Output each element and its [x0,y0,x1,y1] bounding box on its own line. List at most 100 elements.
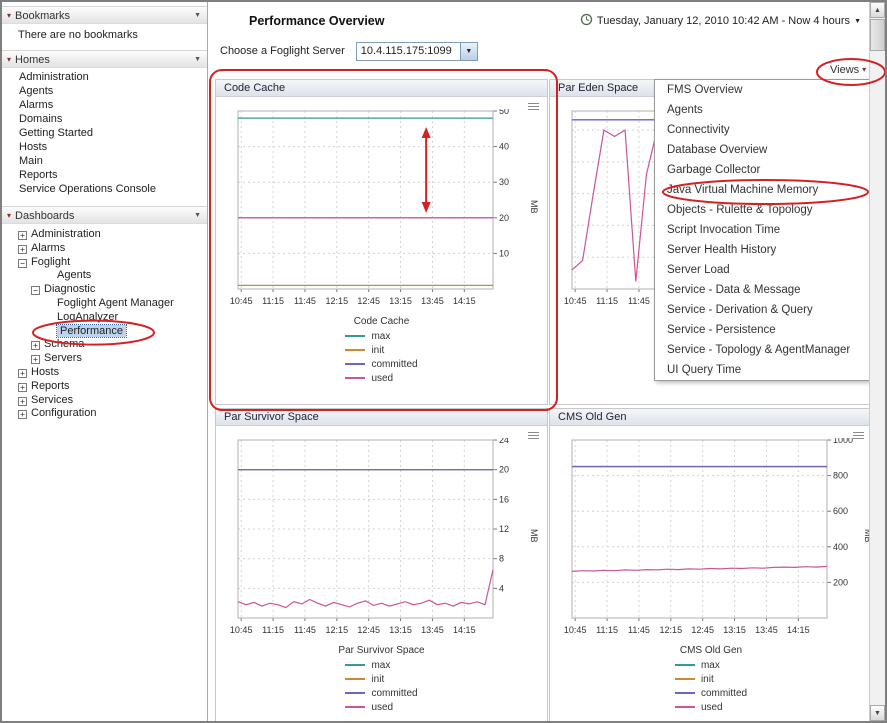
tree-item-label[interactable]: Reports [31,380,70,392]
dashboard-tree-item-schema[interactable]: + Schema [2,338,207,352]
dashboard-tree-item-hosts[interactable]: + Hosts [2,366,207,380]
expand-icon[interactable]: + [18,397,27,406]
views-menu-item-database-overview[interactable]: Database Overview [655,140,872,160]
homes-item-administration[interactable]: Administration [2,70,207,84]
homes-item-getting-started[interactable]: Getting Started [2,126,207,140]
dashboard-tree-item-servers[interactable]: + Servers [2,352,207,366]
views-button[interactable]: Views▾ [830,62,868,78]
expand-icon[interactable]: + [18,383,27,392]
dashboard-tree-item-alarms[interactable]: + Alarms [2,242,207,256]
svg-text:24: 24 [499,438,509,445]
dashboard-tree-item-agents[interactable]: Agents [2,269,207,283]
views-menu-item-ui-query-time[interactable]: UI Query Time [655,360,872,380]
x-axis-tick-label: 11:45 [625,625,653,635]
chart-customizer-icon[interactable] [528,103,539,112]
tree-item-label[interactable]: Foglight Agent Manager [57,297,174,309]
views-menu-item-garbage-collector[interactable]: Garbage Collector [655,160,872,180]
tree-item-label[interactable]: Configuration [31,407,96,419]
views-menu-item-server-load[interactable]: Server Load [655,260,872,280]
x-axis-tick-label: 14:15 [784,625,812,635]
views-menu-item-agents[interactable]: Agents [655,100,872,120]
homes-item-main[interactable]: Main [2,154,207,168]
dashboard-tree-item-loganalyzer[interactable]: LogAnalyzer [2,311,207,325]
tree-item-label[interactable]: Alarms [31,242,65,254]
homes-item-domains[interactable]: Domains [2,112,207,126]
homes-item-hosts[interactable]: Hosts [2,140,207,154]
x-axis-tick-label: 14:15 [450,625,478,635]
dashboard-tree-item-performance[interactable]: Performance [2,325,207,339]
x-axis-tick-label: 12:15 [323,296,351,306]
views-menu-item-service-topology-agentmanager[interactable]: Service - Topology & AgentManager [655,340,872,360]
collapse-icon[interactable]: − [18,259,27,268]
expand-icon[interactable]: + [18,410,27,419]
homes-item-alarms[interactable]: Alarms [2,98,207,112]
chart-customizer-icon[interactable] [528,432,539,441]
tree-item-label[interactable]: LogAnalyzer [57,311,118,323]
homes-section-header[interactable]: ▾Homes ▼ [2,50,207,68]
dashboard-tree-item-reports[interactable]: + Reports [2,380,207,394]
tree-item-label[interactable]: Diagnostic [44,283,95,295]
x-axis-tick-label: 12:45 [355,296,383,306]
views-menu-item-objects-rulette-topology[interactable]: Objects - Rulette & Topology [655,200,872,220]
legend-item-max: max [675,659,747,673]
tree-item-label[interactable]: Schema [44,338,84,350]
legend-swatch-committed [345,363,365,365]
views-menu-item-server-health-history[interactable]: Server Health History [655,240,872,260]
tree-item-label[interactable]: Services [31,394,73,406]
combo-dropdown-button[interactable]: ▼ [460,43,477,60]
tree-item-label[interactable]: Foglight [31,256,70,268]
scroll-thumb[interactable] [870,19,885,51]
views-menu-item-connectivity[interactable]: Connectivity [655,120,872,140]
collapse-icon[interactable]: − [31,286,40,295]
time-range-selector[interactable]: Tuesday, January 12, 2010 10:42 AM - Now… [580,13,861,27]
expand-icon[interactable]: + [18,231,27,240]
views-menu-item-service-data-message[interactable]: Service - Data & Message [655,280,872,300]
views-menu-item-java-virtual-machine-memory[interactable]: Java Virtual Machine Memory [655,180,872,200]
scroll-up-button[interactable]: ▲ [870,2,885,18]
views-menu-item-fms-overview[interactable]: FMS Overview [655,80,872,100]
expand-icon[interactable]: + [18,245,27,254]
tree-item-label[interactable]: Agents [57,269,91,281]
x-axis-tick-label: 11:15 [593,296,621,306]
dashboard-tree-item-services[interactable]: + Services [2,394,207,408]
views-menu-item-service-persistence[interactable]: Service - Persistence [655,320,872,340]
chevron-down-icon: ▼ [194,207,201,225]
homes-item-agents[interactable]: Agents [2,84,207,98]
legend-item-committed: committed [675,687,747,701]
chart-title-bar[interactable]: Par Survivor Space [216,409,547,426]
scrollbar[interactable]: ▲ ▼ [869,2,885,721]
views-menu-item-service-derivation-query[interactable]: Service - Derivation & Query [655,300,872,320]
views-menu-item-script-invocation-time[interactable]: Script Invocation Time [655,220,872,240]
server-select[interactable]: 10.4.115.175:1099 ▼ [356,42,478,61]
tree-item-label[interactable]: Hosts [31,366,59,378]
scroll-down-button[interactable]: ▼ [870,705,885,721]
tree-item-label[interactable]: Servers [44,352,82,364]
dashboards-section-header[interactable]: ▾Dashboards ▼ [2,206,207,224]
legend-item-committed: committed [345,687,417,701]
homes-item-service-operations-console[interactable]: Service Operations Console [2,182,207,196]
x-axis-tick-label: 12:45 [355,625,383,635]
dashboard-tree-item-diagnostic[interactable]: −Diagnostic [2,283,207,297]
bookmarks-section-header[interactable]: ▾Bookmarks ▼ [2,6,207,24]
server-chooser-row: Choose a Foglight Server 10.4.115.175:10… [220,42,478,61]
legend-label: max [371,331,390,342]
server-select-value: 10.4.115.175:1099 [361,45,452,57]
chart-title-bar[interactable]: CMS Old Gen [550,409,872,426]
expand-icon[interactable]: + [31,355,40,364]
dashboard-tree-item-administration[interactable]: + Administration [2,228,207,242]
dashboard-tree-item-foglight[interactable]: −Foglight [2,256,207,270]
expand-icon[interactable]: + [18,369,27,378]
dashboard-tree-item-configuration[interactable]: + Configuration [2,407,207,421]
homes-item-reports[interactable]: Reports [2,168,207,182]
chart-customizer-icon[interactable] [853,432,864,441]
tree-item-label[interactable]: Administration [31,228,101,240]
chart-plot: 4812162024MB [228,438,547,625]
tree-item-label[interactable]: Performance [57,325,126,337]
chart-title: Code Cache [224,82,285,94]
chart-title-bar[interactable]: Code Cache [216,80,547,97]
expand-icon[interactable]: + [31,341,40,350]
dashboard-tree-item-foglight-agent-manager[interactable]: Foglight Agent Manager [2,297,207,311]
chart-title: Par Eden Space [558,82,638,94]
svg-text:4: 4 [499,583,504,593]
legend-item-used: used [675,701,747,715]
